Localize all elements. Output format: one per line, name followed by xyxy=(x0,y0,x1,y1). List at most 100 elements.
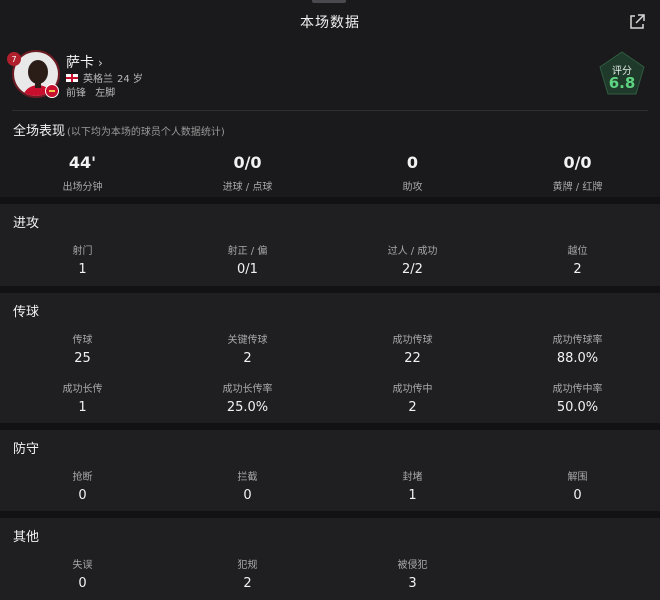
stat-value: 0/0 xyxy=(233,153,262,172)
passing-section: 传球 传球 25 关键传球 2 成功传球 22 成功传球率 88.0% 成功长传… xyxy=(0,293,660,423)
stat-value: 0 xyxy=(573,488,582,503)
stat-label: 关键传球 xyxy=(227,335,268,346)
stat-value: 2 xyxy=(243,576,252,591)
stat-value: 0 xyxy=(78,488,87,503)
overall-section: 全场表现 (以下均为本场的球员个人数据统计) 44' 出场分钟 0/0 进球 / … xyxy=(0,111,660,197)
other-title: 其他 xyxy=(13,530,40,545)
stat-dribbles: 过人 / 成功 2/2 xyxy=(330,242,495,277)
defense-title: 防守 xyxy=(13,442,40,457)
stat-value: 88.0% xyxy=(556,351,599,366)
player-name-text: 萨卡 xyxy=(66,55,94,71)
overall-note: (以下均为本场的球员个人数据统计) xyxy=(67,127,225,138)
stat-label: 成功传中 xyxy=(392,384,433,395)
stat-successful-passes: 成功传球 22 xyxy=(330,331,495,366)
player-nation: 英格兰 24 岁 xyxy=(66,70,143,85)
stat-fouls: 犯规 2 xyxy=(165,556,330,591)
stat-label: 犯规 xyxy=(237,560,258,571)
attack-section: 进攻 射门 1 射正 / 偏 0/1 过人 / 成功 2/2 越位 2 xyxy=(0,204,660,286)
stat-value: 44' xyxy=(68,153,97,172)
stat-label: 出场分钟 xyxy=(62,182,103,193)
stat-value: 2 xyxy=(408,400,417,415)
stat-label: 成功传球 xyxy=(392,335,433,346)
stat-goals-penalties: 0/0 进球 / 点球 xyxy=(165,153,330,193)
stat-value: 0/0 xyxy=(563,153,592,172)
arsenal-crest-icon xyxy=(45,84,59,98)
stat-label: 成功传球率 xyxy=(552,335,603,346)
stat-long-balls: 成功长传 1 xyxy=(0,380,165,415)
stat-passes: 传球 25 xyxy=(0,331,165,366)
age-text: 24 岁 xyxy=(117,74,143,85)
stat-value: 2 xyxy=(573,262,582,277)
stat-value: 0 xyxy=(78,576,87,591)
stat-value: 0 xyxy=(243,488,252,503)
stat-label: 拦截 xyxy=(237,472,258,483)
stat-tackles: 抢断 0 xyxy=(0,468,165,503)
rating-badge: 评分 6.8 xyxy=(598,50,646,96)
stat-blocks: 封堵 1 xyxy=(330,468,495,503)
defense-section: 防守 抢断 0 拦截 0 封堵 1 解围 0 xyxy=(0,430,660,511)
stat-label: 越位 xyxy=(567,246,588,257)
stat-cross-accuracy: 成功传中率 50.0% xyxy=(495,380,660,415)
attack-title: 进攻 xyxy=(13,216,40,231)
stat-value: 3 xyxy=(408,576,417,591)
position-text: 前锋 xyxy=(66,88,86,99)
stat-label: 被侵犯 xyxy=(397,560,428,571)
stat-label: 成功长传 xyxy=(62,384,103,395)
stat-value: 50.0% xyxy=(556,400,599,415)
section-gap xyxy=(0,197,660,204)
stat-cards: 0/0 黄牌 / 红牌 xyxy=(495,153,660,193)
stat-value: 2/2 xyxy=(402,262,423,277)
stat-key-passes: 关键传球 2 xyxy=(165,331,330,366)
nation-text: 英格兰 xyxy=(83,74,113,85)
stat-shots: 射门 1 xyxy=(0,242,165,277)
stat-label: 进球 / 点球 xyxy=(222,182,273,193)
stat-errors: 失误 0 xyxy=(0,556,165,591)
stat-value: 1 xyxy=(78,262,87,277)
stat-value: 22 xyxy=(404,351,421,366)
stat-value: 25 xyxy=(74,351,91,366)
player-name[interactable]: 萨卡 › xyxy=(66,52,103,72)
top-bar: 本场数据 xyxy=(0,0,660,44)
stat-clearances: 解围 0 xyxy=(495,468,660,503)
stat-pass-accuracy: 成功传球率 88.0% xyxy=(495,331,660,366)
section-gap xyxy=(0,511,660,518)
chevron-right-icon: › xyxy=(98,56,103,70)
stat-value: 1 xyxy=(408,488,417,503)
share-icon[interactable] xyxy=(628,13,646,31)
stat-shots-on-off: 射正 / 偏 0/1 xyxy=(165,242,330,277)
section-gap xyxy=(0,286,660,293)
stat-value: 1 xyxy=(78,400,87,415)
stat-label: 助攻 xyxy=(402,182,423,193)
other-section: 其他 失误 0 犯规 2 被侵犯 3 xyxy=(0,518,660,600)
stat-long-ball-accuracy: 成功长传率 25.0% xyxy=(165,380,330,415)
stat-label: 封堵 xyxy=(402,472,423,483)
foot-text: 左脚 xyxy=(95,88,116,99)
stat-value: 25.0% xyxy=(226,400,269,415)
rating-value: 6.8 xyxy=(608,74,636,92)
stat-value: 0 xyxy=(406,153,419,172)
passing-title: 传球 xyxy=(13,305,40,320)
stat-label: 射正 / 偏 xyxy=(227,246,268,257)
stat-label: 过人 / 成功 xyxy=(387,246,438,257)
stat-label: 解围 xyxy=(567,472,588,483)
player-position: 前锋 左脚 xyxy=(66,84,115,99)
stat-offsides: 越位 2 xyxy=(495,242,660,277)
stat-crosses: 成功传中 2 xyxy=(330,380,495,415)
stat-label: 成功传中率 xyxy=(552,384,603,395)
shirt-number-badge: 7 xyxy=(7,52,21,66)
overall-title-text: 全场表现 xyxy=(13,124,66,139)
overall-title: 全场表现 (以下均为本场的球员个人数据统计) xyxy=(13,120,225,139)
stat-label: 抢断 xyxy=(72,472,93,483)
page-title: 本场数据 xyxy=(300,15,360,31)
stat-label: 射门 xyxy=(72,246,93,257)
stat-assists: 0 助攻 xyxy=(330,153,495,193)
section-gap xyxy=(0,423,660,430)
stat-label: 失误 xyxy=(72,560,93,571)
player-header[interactable]: 7 萨卡 › 英格兰 24 岁 前锋 左脚 评分 6.8 xyxy=(0,44,660,110)
stat-label: 成功长传率 xyxy=(222,384,273,395)
stat-minutes: 44' 出场分钟 xyxy=(0,153,165,193)
stat-value: 0/1 xyxy=(237,262,258,277)
stat-label: 传球 xyxy=(72,335,93,346)
stat-value: 2 xyxy=(243,351,252,366)
england-flag-icon xyxy=(66,73,78,82)
